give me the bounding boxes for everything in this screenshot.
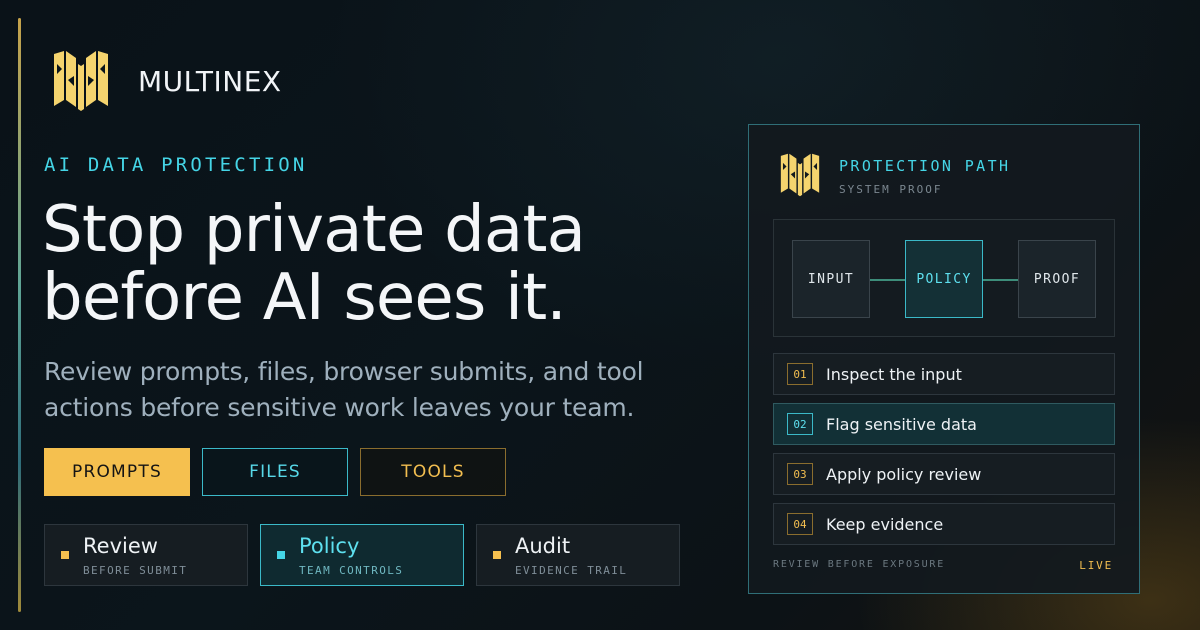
step-number: 03 [787,463,813,485]
brand-header[interactable]: MULTINEX [52,50,282,112]
bullet-square-icon [61,551,69,559]
feature-title: Review [83,534,158,558]
step-label: Keep evidence [826,515,944,534]
panel-footer: REVIEW BEFORE EXPOSURE [773,559,946,570]
step-item-keep[interactable]: 04 Keep evidence [773,503,1115,545]
chip-files[interactable]: FILES [202,448,348,496]
feature-subtitle: EVIDENCE TRAIL [515,564,628,577]
feature-subtitle: BEFORE SUBMIT [83,564,188,577]
headline: Stop private data before AI sees it. [42,196,722,332]
step-item-apply[interactable]: 03 Apply policy review [773,453,1115,495]
chip-prompts[interactable]: PROMPTS [44,448,190,496]
flow-connector [870,279,906,281]
flow-node-policy: POLICY [905,240,983,318]
flow-node-input: INPUT [792,240,870,318]
bullet-square-icon [493,551,501,559]
feature-title: Audit [515,534,571,558]
panel-subtitle: SYSTEM PROOF [839,183,943,196]
feature-card-review[interactable]: Review BEFORE SUBMIT [44,524,248,586]
step-item-inspect[interactable]: 01 Inspect the input [773,353,1115,395]
step-list: 01 Inspect the input 02 Flag sensitive d… [773,353,1115,553]
brand-name: MULTINEX [138,64,282,98]
step-number: 02 [787,413,813,435]
feature-card-policy[interactable]: Policy TEAM CONTROLS [260,524,464,586]
category-chips: PROMPTS FILES TOOLS [44,448,506,496]
step-item-flag[interactable]: 02 Flag sensitive data [773,403,1115,445]
protection-path-panel: PROTECTION PATH SYSTEM PROOF INPUT POLIC… [748,124,1140,594]
live-status-badge: LIVE [1079,559,1113,572]
multinex-logo-icon [780,153,820,197]
feature-cards: Review BEFORE SUBMIT Policy TEAM CONTROL… [44,524,680,586]
multinex-logo-icon [54,51,108,111]
headline-line-2: before AI sees it. [42,261,567,335]
subhead-line-1: Review prompts, files, browser submits, … [44,357,644,386]
feature-title: Policy [299,534,360,558]
subhead-line-2: actions before sensitive work leaves you… [44,393,635,422]
bullet-square-icon [277,551,285,559]
step-label: Inspect the input [826,365,962,384]
accent-rail [18,18,21,612]
step-label: Apply policy review [826,465,982,484]
flow-node-proof: PROOF [1018,240,1096,318]
flow-diagram: INPUT POLICY PROOF [773,219,1115,337]
flow-connector [983,279,1019,281]
step-number: 01 [787,363,813,385]
panel-title: PROTECTION PATH [839,157,1011,175]
subheadline: Review prompts, files, browser submits, … [44,354,704,426]
step-label: Flag sensitive data [826,415,977,434]
step-number: 04 [787,513,813,535]
headline-line-1: Stop private data [42,193,586,267]
feature-subtitle: TEAM CONTROLS [299,564,404,577]
eyebrow-label: AI DATA PROTECTION [44,154,308,176]
feature-card-audit[interactable]: Audit EVIDENCE TRAIL [476,524,680,586]
chip-tools[interactable]: TOOLS [360,448,506,496]
